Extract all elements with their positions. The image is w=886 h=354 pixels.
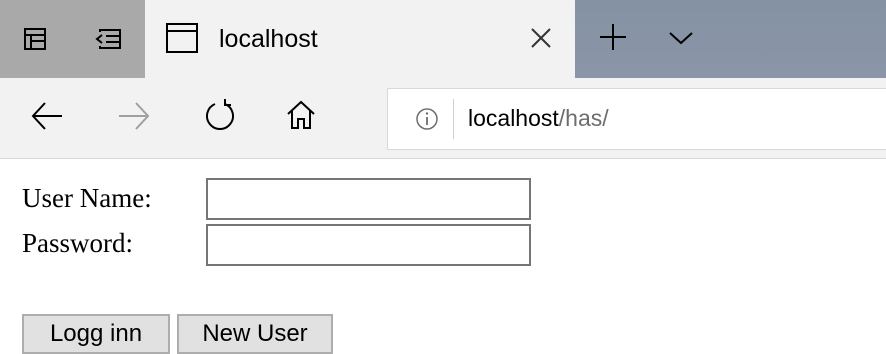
tab-title: localhost — [219, 25, 318, 53]
page-icon — [166, 23, 198, 53]
show-tabs-aside-button[interactable] — [70, 0, 145, 78]
address-bar[interactable]: localhost/has/ — [387, 88, 886, 150]
home-icon[interactable] — [285, 98, 317, 132]
forward-arrow-icon[interactable] — [117, 98, 151, 134]
plus-icon[interactable] — [598, 22, 628, 52]
login-button[interactable]: Logg inn — [22, 314, 170, 354]
close-icon[interactable] — [530, 27, 552, 49]
show-tabs-aside-icon — [94, 29, 121, 49]
active-tab[interactable]: localhost — [145, 0, 575, 78]
info-icon[interactable] — [415, 107, 439, 131]
tab-strip: localhost — [0, 0, 886, 78]
chevron-down-icon[interactable] — [668, 30, 694, 46]
username-label: User Name: — [22, 183, 152, 213]
url-host: localhost — [468, 105, 559, 131]
page-content: User Name: Password: Logg inn New User — [0, 159, 886, 354]
back-arrow-icon[interactable] — [30, 98, 64, 134]
url-text[interactable]: localhost/has/ — [468, 102, 609, 134]
new-user-button[interactable]: New User — [177, 314, 333, 354]
navigation-bar: localhost/has/ — [0, 78, 886, 159]
address-divider — [453, 99, 454, 139]
url-path: /has/ — [558, 105, 609, 131]
password-input[interactable] — [206, 224, 531, 266]
username-input[interactable] — [206, 178, 531, 220]
refresh-icon[interactable] — [203, 98, 237, 134]
set-aside-tabs-icon — [24, 28, 46, 50]
set-aside-tabs-button[interactable] — [0, 0, 70, 78]
password-label: Password: — [22, 228, 134, 258]
